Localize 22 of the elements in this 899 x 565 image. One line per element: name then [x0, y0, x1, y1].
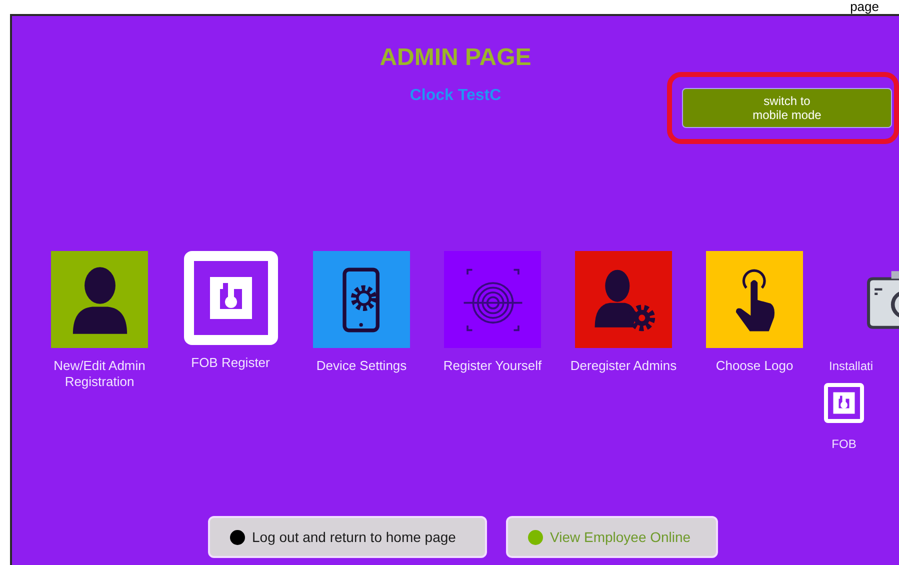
- page-heading: page: [850, 0, 879, 14]
- page-title: ADMIN PAGE: [380, 43, 532, 73]
- logout-button[interactable]: Log out and return to home page: [208, 516, 487, 558]
- fob-tile[interactable]: [184, 251, 278, 345]
- tile-label: FOB Register: [191, 355, 270, 371]
- tile[interactable]: [575, 251, 672, 348]
- tile[interactable]: [313, 251, 410, 348]
- tile[interactable]: [706, 251, 803, 348]
- fob-shortcut-icon[interactable]: [824, 383, 864, 423]
- tile-label: Device Settings: [316, 358, 407, 374]
- clock-name: Clock TestC: [410, 86, 502, 106]
- tile-label: Installati: [829, 358, 874, 374]
- person-icon: [70, 266, 128, 334]
- tile[interactable]: [444, 251, 541, 348]
- tile-label: Deregister Admins: [570, 358, 677, 374]
- tile-label: Register Yourself: [443, 358, 542, 374]
- tile[interactable]: [51, 251, 148, 348]
- fob-label: FOB: [832, 436, 856, 453]
- mobile-mode-button[interactable]: switch to mobile mode: [682, 88, 892, 128]
- tile-label: Choose Logo: [716, 358, 794, 374]
- view-employees-button[interactable]: View Employee Online: [506, 516, 718, 558]
- tile-label: New/Edit Admin Registration: [52, 358, 146, 390]
